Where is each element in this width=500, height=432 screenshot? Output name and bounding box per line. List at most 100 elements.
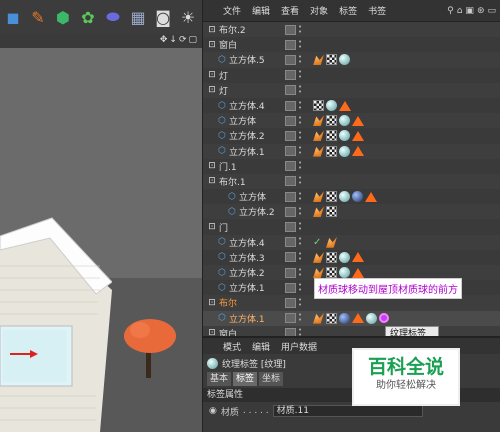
editor-render-dots[interactable]: • • [298,53,302,65]
display-tag-icon[interactable] [326,312,337,324]
new-window-icon[interactable]: ▭ [487,6,496,16]
material-tag-icon[interactable] [366,312,377,324]
camera-icon[interactable]: ◙ [152,6,174,28]
warning-tag-icon[interactable] [352,146,364,157]
menu-objects[interactable]: 对象 [310,4,328,17]
warning-tag-icon[interactable] [352,267,364,278]
floor-icon[interactable]: ▦ [127,6,149,28]
material-tag-icon[interactable] [339,130,350,142]
pen-icon[interactable]: ✎ [27,6,49,28]
phong-tag-icon[interactable] [313,191,324,203]
visibility-toggle[interactable] [285,297,296,308]
phong-tag-icon[interactable] [313,251,324,263]
editor-render-dots[interactable]: • • [298,205,302,217]
filter-icon[interactable]: ⊛ [477,6,485,16]
object-row[interactable]: ⊡ 灯 • • [203,68,500,83]
editor-render-dots[interactable]: • • [298,84,302,96]
object-row[interactable]: ⬡ 立方体 • • [203,113,500,129]
visibility-toggle[interactable] [285,237,296,248]
visibility-toggle[interactable] [285,191,296,202]
material-tag-icon[interactable] [339,115,350,127]
menu-view[interactable]: 查看 [281,4,299,17]
editor-render-dots[interactable]: • • [298,281,302,293]
display-tag-icon[interactable] [326,267,337,279]
tab-coordinates[interactable]: 坐标 [259,372,284,386]
warning-tag-icon[interactable] [352,130,364,141]
menu-user-data[interactable]: 用户数据 [281,340,317,353]
object-row[interactable]: ⊡ 门 • • [203,219,500,234]
editor-render-dots[interactable]: • • [298,99,302,111]
warning-tag-icon[interactable] [365,191,377,202]
object-row[interactable]: ⬡ 立方体 • • [203,189,500,204]
phong-tag-icon[interactable] [326,236,337,248]
viewport-nav-icons[interactable]: ✥↓⟳▢ [160,35,199,45]
tab-tag[interactable]: 标签 [233,372,258,386]
editor-render-dots[interactable]: • • [298,190,302,202]
phong-tag-icon[interactable] [313,54,324,66]
display-tag-icon[interactable] [326,145,337,157]
display-tag-icon[interactable] [326,130,337,142]
search-icon[interactable]: ⚲ [447,6,454,16]
subdivide-icon[interactable]: ⬢ [52,6,74,28]
visibility-toggle[interactable] [285,130,296,141]
menu-edit-attr[interactable]: 编辑 [252,340,270,353]
editor-render-dots[interactable]: • • [298,160,302,172]
display-tag-icon[interactable] [326,191,337,203]
material-link-input[interactable]: 材质.11 [272,405,423,417]
visibility-toggle[interactable] [285,206,296,217]
object-row[interactable]: ⊡ 门.1 • • [203,159,500,174]
object-row[interactable]: ⬡ 立方体.5 • • [203,52,500,68]
visibility-toggle[interactable] [285,161,296,172]
editor-render-dots[interactable]: • • [298,251,302,263]
visibility-toggle[interactable] [285,70,296,81]
visibility-toggle[interactable] [285,313,296,324]
object-row[interactable]: ⬡ 立方体.2 • • [203,204,500,220]
object-row[interactable]: ⊡ 布尔.2 • • [203,22,500,38]
phong-tag-icon[interactable] [313,145,324,157]
visibility-toggle[interactable] [285,54,296,65]
phong-tag-icon[interactable] [313,115,324,127]
bookmark-icon[interactable]: ⌂ [457,6,463,16]
editor-render-dots[interactable]: • • [298,69,302,81]
warning-tag-icon[interactable] [352,252,364,263]
editor-render-dots[interactable]: • • [298,266,302,278]
light-icon[interactable]: ☀ [177,6,199,28]
display-tag-icon[interactable] [313,100,324,112]
object-row[interactable]: ⬡ 立方体.1 • • [203,143,500,159]
check-icon[interactable]: ✓ [313,237,324,248]
menu-edit[interactable]: 编辑 [252,4,270,17]
display-tag-icon[interactable] [326,54,337,66]
editor-render-dots[interactable]: • • [298,312,302,324]
warning-tag-icon[interactable] [339,100,351,111]
visibility-toggle[interactable] [285,222,296,233]
display-tag-icon[interactable] [326,251,337,263]
editor-render-dots[interactable]: • • [298,129,302,141]
visibility-toggle[interactable] [285,267,296,278]
object-row[interactable]: ⊡ 布尔.1 • • [203,173,500,190]
visibility-toggle[interactable] [285,24,296,35]
warning-tag-icon[interactable] [352,313,364,324]
material-tag-icon[interactable] [339,54,350,66]
menu-mode[interactable]: 模式 [223,340,241,353]
warning-tag-icon[interactable] [352,115,364,126]
array-icon[interactable]: ✿ [77,6,99,28]
material-tag-icon[interactable] [339,191,350,203]
phong-tag-icon[interactable] [313,206,324,218]
object-row[interactable]: ⬡ 立方体.4 • • [203,98,500,113]
editor-render-dots[interactable]: • • [298,175,302,187]
viewport[interactable]: ✥↓⟳▢ [0,34,202,432]
menu-bookmarks[interactable]: 书签 [368,4,386,17]
phong-tag-icon[interactable] [313,312,324,324]
object-row[interactable]: ⊡ 灯 • • [203,82,500,98]
visibility-toggle[interactable] [285,146,296,157]
editor-render-dots[interactable]: • • [298,38,302,50]
menu-tags[interactable]: 标签 [339,4,357,17]
tab-basic[interactable]: 基本 [207,372,232,386]
editor-render-dots[interactable]: • • [298,296,302,308]
object-row[interactable]: ⊡窗白 • • [203,37,500,52]
menu-file[interactable]: 文件 [223,4,241,17]
lock-icon[interactable]: ▣ [465,6,474,16]
material-tag-icon[interactable] [326,100,337,112]
editor-render-dots[interactable]: • • [298,236,302,248]
phong-tag-icon[interactable] [313,130,324,142]
